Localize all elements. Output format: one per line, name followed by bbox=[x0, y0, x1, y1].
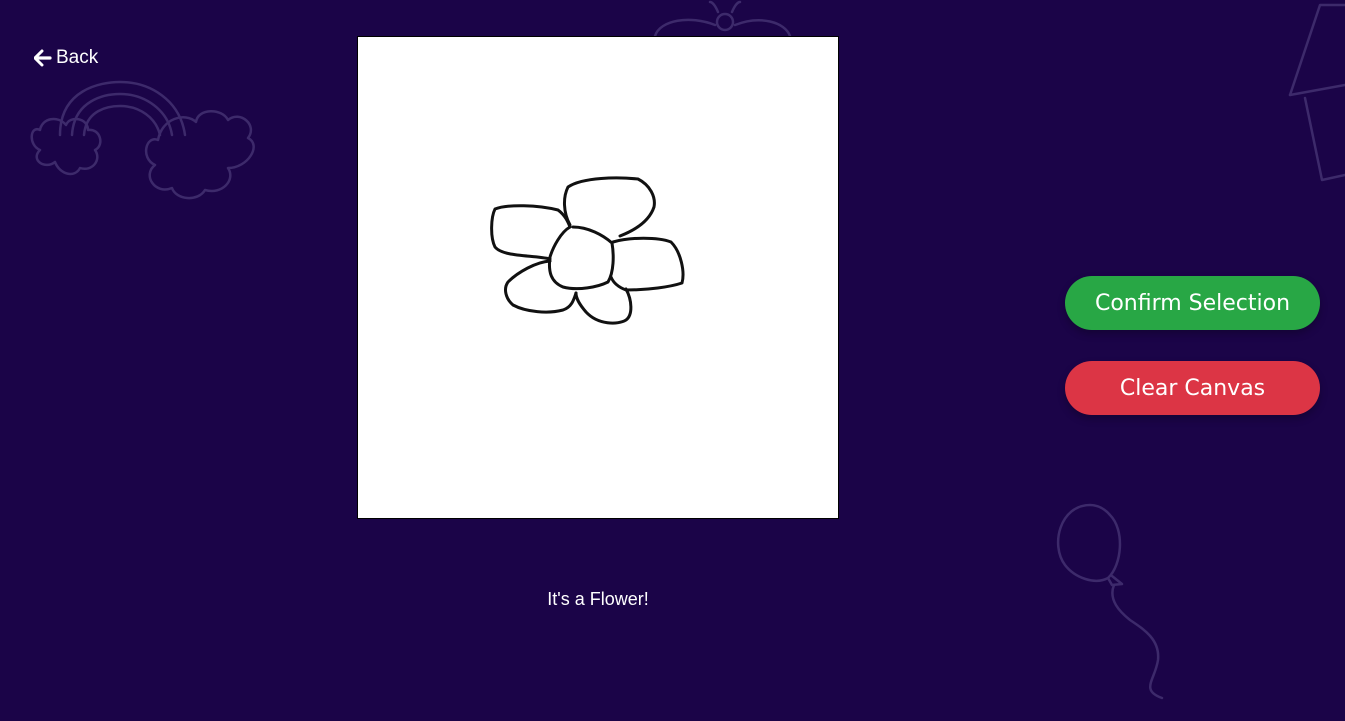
house-doodle bbox=[1288, 3, 1345, 182]
rainbow-cloud-doodle bbox=[30, 80, 255, 200]
confirm-selection-button[interactable]: Confirm Selection bbox=[1065, 276, 1320, 330]
flower-sketch bbox=[490, 176, 685, 325]
drawing-canvas[interactable] bbox=[357, 36, 839, 519]
back-label: Back bbox=[56, 47, 99, 68]
prediction-text: It's a Flower! bbox=[547, 589, 649, 609]
balloon-doodle bbox=[1056, 503, 1164, 700]
arrow-left-icon bbox=[34, 49, 52, 67]
back-button[interactable]: Back bbox=[34, 47, 98, 69]
app-root: Back It's a Flower! Confirm Selection Cl… bbox=[0, 0, 1345, 721]
clear-canvas-button[interactable]: Clear Canvas bbox=[1065, 361, 1320, 415]
butterfly-doodle bbox=[653, 0, 792, 38]
